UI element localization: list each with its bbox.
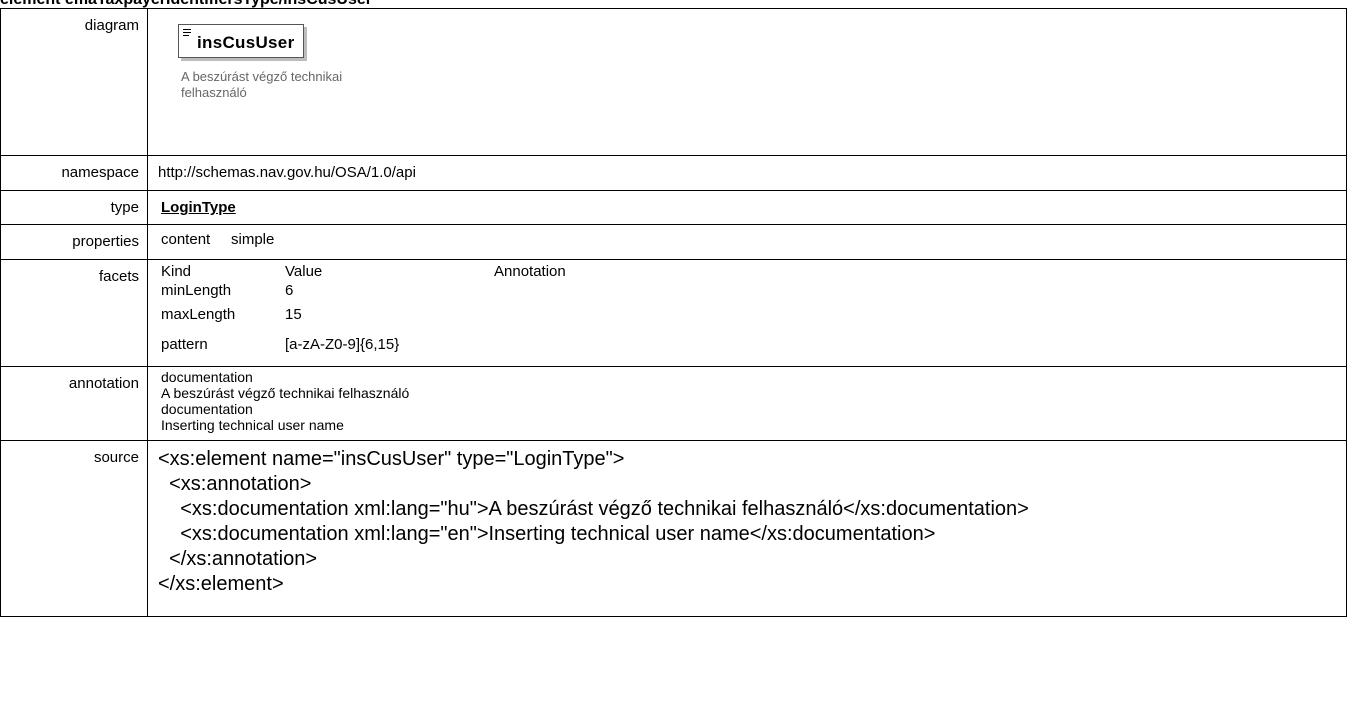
diagram-note: A beszúrást végző technikai felhasználó bbox=[181, 69, 343, 100]
facet-annotation bbox=[494, 281, 694, 300]
facets-table: Kind Value Annotation minLength 6 maxLen… bbox=[148, 260, 1346, 360]
row-namespace: namespace http://schemas.nav.gov.hu/OSA/… bbox=[0, 155, 1347, 191]
sequence-icon bbox=[183, 29, 191, 38]
element-box[interactable]: insCusUser bbox=[178, 24, 305, 58]
annotation-line: A beszúrást végző technikai felhasználó bbox=[161, 385, 410, 401]
facets-header-value: Value bbox=[285, 263, 323, 280]
section-heading: element emaTaxpayerIdentifiersType/insCu… bbox=[0, 0, 1347, 8]
facet-kind: minLength bbox=[161, 282, 232, 299]
facet-kind: maxLength bbox=[161, 306, 236, 323]
facets-header-kind: Kind bbox=[161, 263, 192, 280]
facet-value: [a-zA-Z0-9]{6,15} bbox=[285, 336, 400, 353]
row-properties: properties content simple bbox=[0, 224, 1347, 260]
label-type: type bbox=[110, 199, 139, 216]
row-diagram: diagram insCusUser A beszúrást végző tec… bbox=[0, 8, 1347, 156]
label-properties: properties bbox=[72, 233, 139, 250]
row-annotation: annotation documentation A beszúrást vég… bbox=[0, 366, 1347, 441]
label-annotation: annotation bbox=[68, 375, 139, 392]
source-code: <xs:element name="insCusUser" type="Logi… bbox=[148, 441, 1346, 597]
source-line: </xs:element> bbox=[158, 573, 284, 595]
label-namespace: namespace bbox=[61, 164, 139, 181]
annotation-line: documentation bbox=[161, 369, 253, 385]
facet-kind: pattern bbox=[161, 336, 208, 353]
type-link[interactable]: LoginType bbox=[148, 191, 1346, 216]
label-source: source bbox=[93, 449, 139, 466]
row-source: source <xs:element name="insCusUser" typ… bbox=[0, 440, 1347, 617]
facet-row: pattern [a-zA-Z0-9]{6,15} bbox=[161, 330, 1346, 360]
annotation-block: documentation A beszúrást végző technika… bbox=[148, 367, 1346, 433]
source-line: </xs:annotation> bbox=[158, 548, 318, 570]
schema-element-table: diagram insCusUser A beszúrást végző tec… bbox=[0, 8, 1347, 617]
facet-annotation bbox=[494, 330, 694, 360]
source-line: <xs:documentation xml:lang="hu">A beszúr… bbox=[158, 498, 1029, 520]
source-line: <xs:documentation xml:lang="en">Insertin… bbox=[158, 523, 936, 545]
facet-row: maxLength 15 bbox=[161, 300, 1346, 330]
property-key: content bbox=[161, 231, 211, 248]
source-line: <xs:element name="insCusUser" type="Logi… bbox=[158, 448, 625, 470]
facet-annotation bbox=[494, 300, 694, 330]
label-facets: facets bbox=[98, 268, 139, 285]
diagram-area: insCusUser A beszúrást végző technikai f… bbox=[148, 9, 1346, 101]
facet-value: 6 bbox=[285, 282, 294, 299]
facets-header-row: Kind Value Annotation bbox=[161, 262, 1346, 281]
row-facets: facets Kind Value Annotation minLength 6… bbox=[0, 259, 1347, 367]
namespace-value: http://schemas.nav.gov.hu/OSA/1.0/api bbox=[158, 164, 416, 181]
annotation-line: documentation bbox=[161, 401, 253, 417]
facets-header-annotation: Annotation bbox=[494, 263, 566, 280]
property-value: simple bbox=[231, 231, 275, 248]
facet-row: minLength 6 bbox=[161, 281, 1346, 300]
facet-value: 15 bbox=[285, 306, 302, 323]
annotation-line: Inserting technical user name bbox=[161, 417, 344, 433]
label-diagram: diagram bbox=[84, 17, 139, 34]
source-line: <xs:annotation> bbox=[158, 473, 312, 495]
row-type: type LoginType bbox=[0, 190, 1347, 225]
element-name: insCusUser bbox=[197, 33, 295, 52]
